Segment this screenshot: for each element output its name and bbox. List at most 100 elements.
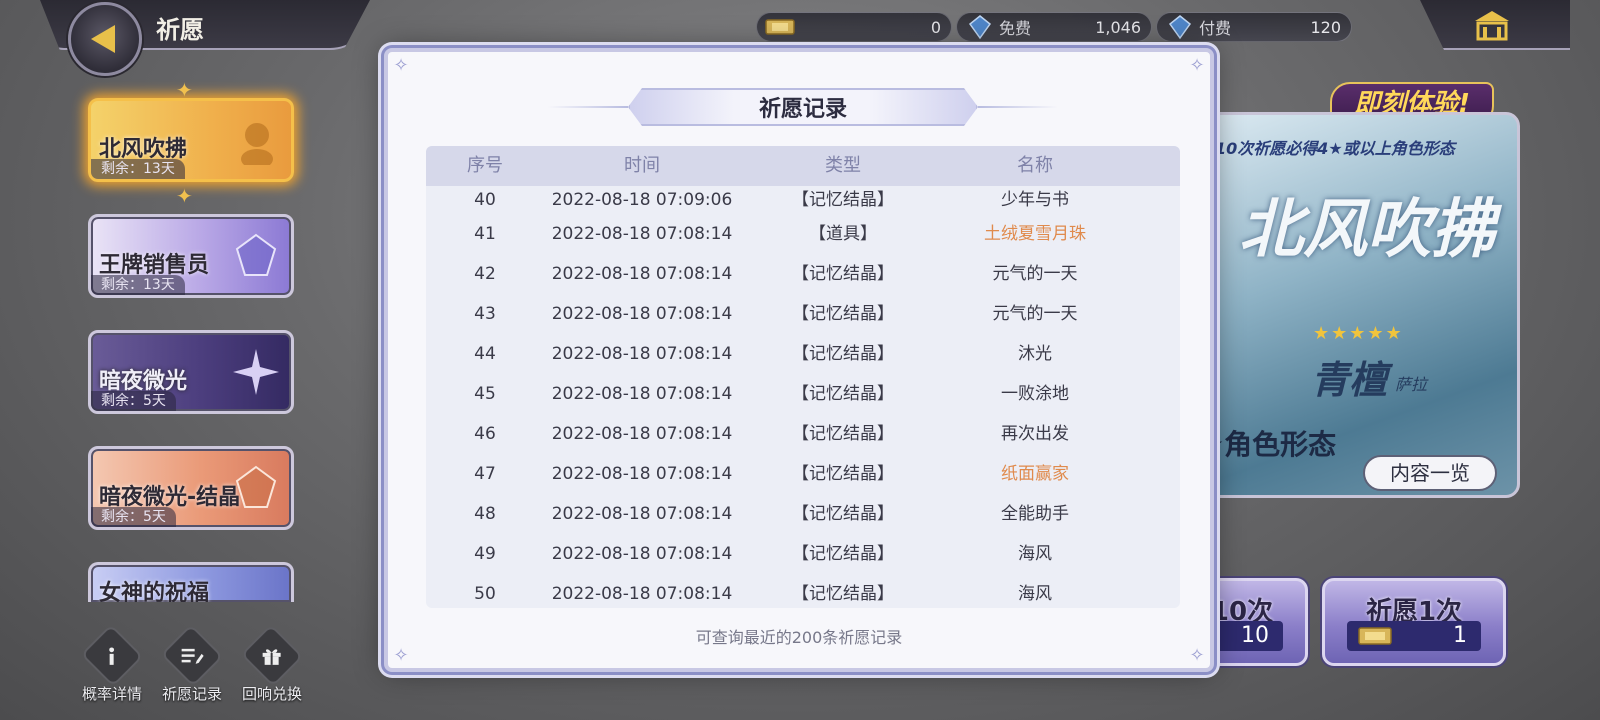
row-name: 一败涂地	[1001, 384, 1069, 404]
currency-ticket[interactable]: 0	[756, 12, 952, 42]
row-time: 2022-08-18 07:08:14	[551, 504, 733, 524]
promo-subtitle: 10次祈愿必得4★或以上角色形态	[1215, 139, 1455, 158]
row-name: 海风	[1018, 544, 1052, 564]
pull-1-button[interactable]: 祈愿1次 1	[1322, 578, 1506, 666]
table-row: 50 2022-08-18 07:08:14 【记忆结晶】 海风	[426, 574, 1180, 608]
row-time: 2022-08-18 07:08:14	[551, 264, 733, 284]
table-row: 46 2022-08-18 07:08:14 【记忆结晶】 再次出发	[426, 414, 1180, 454]
action-label: 回响兑换	[241, 685, 302, 703]
row-type: 【记忆结晶】	[792, 464, 894, 484]
row-type: 【记忆结晶】	[792, 190, 894, 210]
row-name: 元气的一天	[992, 264, 1078, 284]
star-burst-icon	[233, 349, 279, 395]
table-body: 40 2022-08-18 07:09:06 【记忆结晶】 少年与书 41 2022-08…	[426, 186, 1180, 608]
row-name: 海风	[1018, 584, 1052, 604]
row-type: 【记忆结晶】	[792, 544, 894, 564]
shop-icon[interactable]	[1472, 8, 1512, 44]
row-no: 43	[474, 304, 496, 324]
info-icon	[109, 647, 115, 665]
banner-item-anye[interactable]: 暗夜微光 剩余：5天	[88, 330, 294, 414]
row-time: 2022-08-18 07:08:14	[551, 344, 733, 364]
back-button[interactable]	[68, 2, 142, 76]
row-time: 2022-08-18 07:09:06	[551, 190, 733, 210]
gift-icon	[263, 649, 281, 665]
banner-item-beifeng[interactable]: 北风吹拂 剩余：13天	[88, 98, 294, 182]
currency-value: 0	[930, 17, 941, 37]
row-name: 少年与书	[1001, 190, 1069, 210]
banner-item-anye-jiejing[interactable]: 暗夜微光-结晶 剩余：5天	[88, 446, 294, 530]
banner-remain: 剩余：13天	[91, 159, 185, 179]
col-header-type: 类型	[825, 155, 861, 176]
table-row: 47 2022-08-18 07:08:14 【记忆结晶】 纸面赢家	[426, 454, 1180, 494]
row-type: 【记忆结晶】	[792, 584, 894, 604]
active-marker-top: ✦	[176, 78, 193, 102]
table-row: 45 2022-08-18 07:08:14 【记忆结晶】 一败涂地	[426, 374, 1180, 414]
banner-name: 女神的祝福	[99, 581, 210, 602]
action-label: 祈愿记录	[161, 685, 222, 703]
character-name: 青檀	[1311, 358, 1388, 402]
blue-crystal-icon	[963, 15, 997, 40]
pull-cost: 1	[1347, 621, 1481, 651]
back-arrow-icon	[91, 25, 115, 53]
currency-paid-crystal[interactable]: 付费 120	[1156, 12, 1352, 42]
row-name: 沐光	[1018, 344, 1052, 364]
silhouette-icon	[241, 123, 273, 165]
col-header-time: 时间	[624, 155, 660, 176]
row-type: 【记忆结晶】	[792, 344, 894, 364]
diamond-frame	[240, 624, 304, 687]
active-marker-bottom: ✦	[176, 184, 193, 208]
title-ornament-left	[548, 106, 628, 108]
row-type: 【记忆结晶】	[792, 424, 894, 444]
currency-value: 120	[1310, 17, 1341, 37]
row-type: 【道具】	[809, 224, 877, 244]
currency-label: 免费	[999, 19, 1032, 38]
row-no: 46	[474, 424, 496, 444]
row-type: 【记忆结晶】	[792, 304, 894, 324]
row-no: 50	[474, 584, 496, 604]
table-row: 41 2022-08-18 07:08:14 【道具】 土绒夏雪月珠	[426, 214, 1180, 254]
banner-remain: 剩余：5天	[91, 507, 176, 527]
row-no: 45	[474, 384, 496, 404]
banner-item-nvshen[interactable]: 女神的祝福	[88, 562, 294, 602]
probability-details-button[interactable]: 概率详情	[72, 624, 152, 704]
row-no: 49	[474, 544, 496, 564]
banner-item-wangpai[interactable]: 王牌销售员 剩余：13天	[88, 214, 294, 298]
wish-record-button[interactable]: 祈愿记录	[152, 624, 232, 704]
table-row: 49 2022-08-18 07:08:14 【记忆结晶】 海风	[426, 534, 1180, 574]
currency-free-crystal[interactable]: 免费 1,046	[956, 12, 1152, 42]
currency-label: 付费	[1199, 19, 1232, 38]
pull-cost-value: 1	[1453, 623, 1467, 648]
row-time: 2022-08-18 07:08:14	[551, 384, 733, 404]
row-no: 48	[474, 504, 496, 524]
wish-record-modal: ✧ ✧ ✧ ✧ 祈愿记录 序号 时间 类型 名称 40 2022-08-18 07…	[384, 48, 1214, 672]
modal-title: 祈愿记录	[758, 97, 847, 122]
col-header-name: 名称	[1017, 155, 1053, 176]
page-title: 祈愿	[156, 16, 204, 44]
promo-banner-title: 北风吹拂	[1239, 193, 1495, 267]
row-time: 2022-08-18 07:08:14	[551, 424, 733, 444]
record-table[interactable]: 序号 时间 类型 名称 40 2022-08-18 07:09:06 【记忆结晶】 少…	[426, 146, 1180, 608]
ticket-icon	[1357, 625, 1393, 656]
crystal-icon	[235, 233, 277, 276]
title-ornament-right	[978, 106, 1058, 108]
corner-ornament-icon: ✧	[1189, 54, 1205, 76]
table-row: 42 2022-08-18 07:08:14 【记忆结晶】 元气的一天	[426, 254, 1180, 294]
row-type: 【记忆结晶】	[792, 264, 894, 284]
row-time: 2022-08-18 07:08:14	[551, 304, 733, 324]
record-edit-icon	[182, 648, 204, 664]
record-limit-note: 可查询最近的200条祈愿记录	[695, 628, 903, 647]
row-name: 纸面赢家	[1001, 464, 1069, 484]
row-no: 44	[474, 344, 496, 364]
row-name: 土绒夏雪月珠	[984, 224, 1086, 244]
table-row: 44 2022-08-18 07:08:14 【记忆结晶】 沐光	[426, 334, 1180, 374]
content-overview-button[interactable]: 内容一览	[1363, 455, 1497, 491]
currency-value: 1,046	[1095, 17, 1141, 37]
echo-exchange-button[interactable]: 回响兑换	[232, 624, 312, 704]
row-time: 2022-08-18 07:08:14	[551, 544, 733, 564]
diamond-frame	[160, 624, 224, 687]
row-type: 【记忆结晶】	[792, 384, 894, 404]
table-row: 40 2022-08-18 07:09:06 【记忆结晶】 少年与书	[426, 186, 1180, 214]
ticket-icon	[763, 15, 797, 39]
row-name: 全能助手	[1001, 504, 1069, 524]
row-no: 42	[474, 264, 496, 284]
